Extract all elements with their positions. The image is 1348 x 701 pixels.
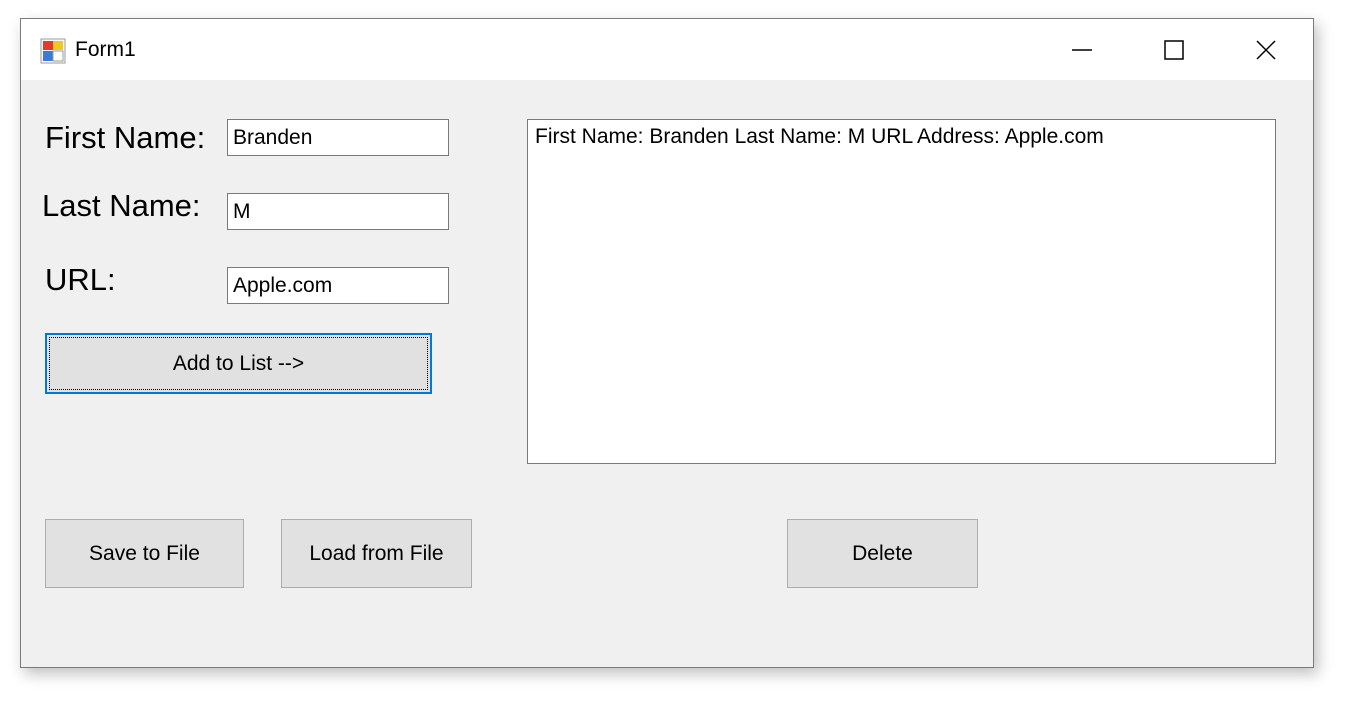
list-item[interactable]: First Name: Branden Last Name: M URL Add… [535,123,1268,151]
add-to-list-label: Add to List --> [49,337,428,390]
last-name-input[interactable] [227,193,449,230]
maximize-icon [1164,39,1184,60]
minimize-icon [1072,48,1092,51]
window-title: Form1 [75,38,136,61]
save-to-file-button[interactable]: Save to File [45,519,244,588]
close-button[interactable] [1220,19,1312,80]
title-bar[interactable]: Form1 [21,19,1313,80]
url-input[interactable] [227,267,449,304]
entries-listbox[interactable]: First Name: Branden Last Name: M URL Add… [527,119,1276,464]
first-name-input[interactable] [227,119,449,156]
first-name-label: First Name: [45,120,206,155]
last-name-label: Last Name: [42,188,201,223]
main-window: Form1 First Name: Last Name: URL: Add to… [20,18,1314,668]
add-to-list-button[interactable]: Add to List --> [45,333,432,394]
url-label: URL: [45,262,116,297]
maximize-button[interactable] [1128,19,1220,80]
close-icon [1256,39,1276,60]
winforms-app-icon [40,38,66,64]
load-from-file-button[interactable]: Load from File [281,519,472,588]
delete-button[interactable]: Delete [787,519,978,588]
minimize-button[interactable] [1036,19,1128,80]
